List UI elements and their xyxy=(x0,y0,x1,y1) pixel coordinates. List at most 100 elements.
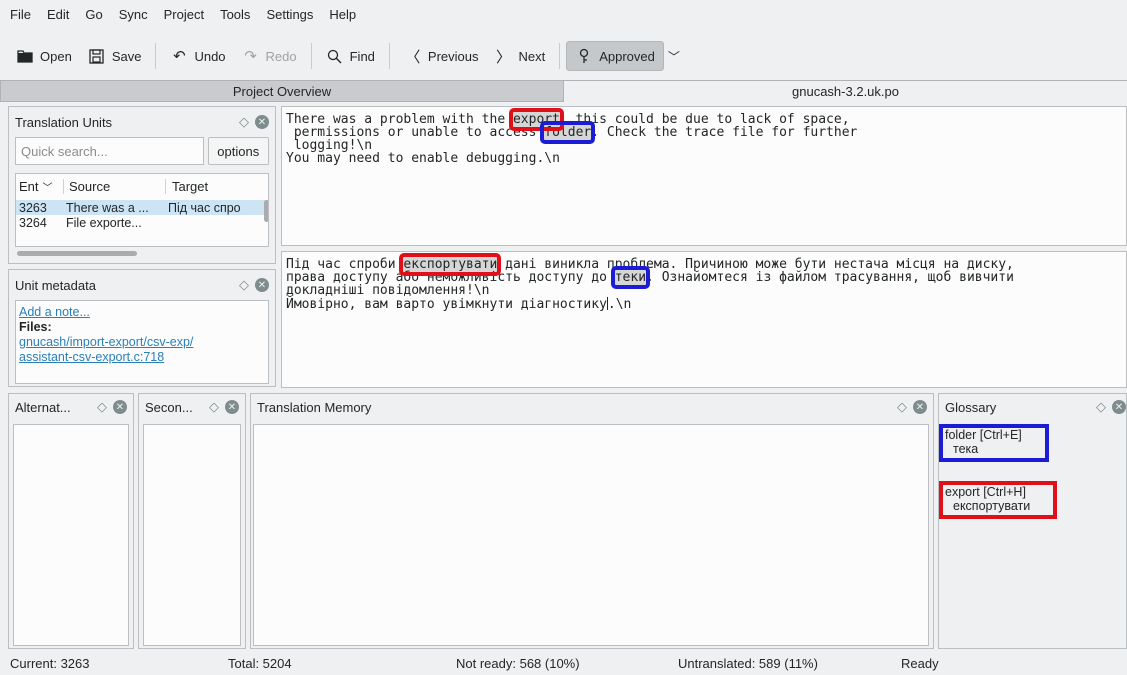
alternate-translations-panel: Alternat... ◇ ✕ xyxy=(8,393,134,649)
table-header: Ent ﹀ Source Target xyxy=(16,174,268,198)
toolbar-separator xyxy=(155,43,157,69)
redo-button[interactable]: ↷ Redo xyxy=(234,41,305,71)
status-current: Current: 3263 xyxy=(10,656,90,671)
menu-file[interactable]: File xyxy=(10,7,31,22)
target-text-editor[interactable]: Під час спроби експортувати дані виникла… xyxy=(281,251,1127,388)
file-path-link-line2[interactable]: assistant-csv-export.c:718 xyxy=(19,350,164,364)
save-button[interactable]: Save xyxy=(80,41,150,71)
approved-icon xyxy=(575,47,593,65)
translation-memory-panel: Translation Memory ◇ ✕ xyxy=(250,393,934,649)
find-button[interactable]: Find xyxy=(318,41,383,71)
toolbar-separator xyxy=(310,43,312,69)
tab-bar: Project Overview gnucash-3.2.uk.po xyxy=(0,80,1127,102)
secondary-content xyxy=(143,424,241,646)
file-path-link[interactable]: gnucash/import-export/csv-exp/ xyxy=(19,335,193,349)
quick-search-input[interactable]: Quick search... xyxy=(15,137,204,165)
status-state: Ready xyxy=(901,656,939,671)
float-icon[interactable]: ◇ xyxy=(239,114,249,130)
toolbar-separator xyxy=(388,43,390,69)
status-bar: Current: 3263 Total: 5204 Not ready: 568… xyxy=(0,652,1127,675)
redo-label: Redo xyxy=(265,48,297,64)
toolbar: Open Save ↶ Undo ↷ Redo Find 〈 Previous … xyxy=(0,34,1127,78)
menu-sync[interactable]: Sync xyxy=(119,7,148,22)
panel-title: Translation Memory xyxy=(257,399,372,415)
undo-label: Undo xyxy=(194,48,226,64)
translation-units-panel: Translation Units ◇ ✕ Quick search... op… xyxy=(8,106,276,264)
unit-metadata-panel: Unit metadata ◇ ✕ Add a note... Files: g… xyxy=(8,269,276,387)
undo-icon: ↶ xyxy=(173,48,186,65)
menu-tools[interactable]: Tools xyxy=(220,7,250,22)
column-header-source[interactable]: Source xyxy=(64,178,166,194)
glossary-match-teky[interactable]: теки xyxy=(610,266,651,289)
redo-icon: ↷ xyxy=(244,48,257,65)
table-row[interactable]: 3264 File exporte... xyxy=(16,215,268,230)
glossary-content: folder [Ctrl+E] тека export [Ctrl+H] екс… xyxy=(939,424,1126,646)
glossary-panel: Glossary ◇ ✕ folder [Ctrl+E] тека export… xyxy=(938,393,1127,649)
close-icon[interactable]: ✕ xyxy=(225,400,239,414)
secondary-mergings-panel: Secon... ◇ ✕ xyxy=(138,393,246,649)
horizontal-scrollbar[interactable] xyxy=(17,251,137,256)
open-label: Open xyxy=(40,48,72,64)
panel-title: Glossary xyxy=(945,399,997,415)
search-icon xyxy=(326,47,344,65)
float-icon[interactable]: ◇ xyxy=(209,399,219,415)
panel-title: Translation Units xyxy=(15,114,113,130)
undo-button[interactable]: ↶ Undo xyxy=(162,41,233,71)
close-icon[interactable]: ✕ xyxy=(255,115,269,129)
table-row[interactable]: 3263 There was a ... Під час спро xyxy=(16,200,268,215)
menu-go[interactable]: Go xyxy=(85,7,102,22)
panel-title: Unit metadata xyxy=(15,277,96,293)
panel-title: Secon... xyxy=(145,399,193,415)
status-not-ready: Not ready: 568 (10%) xyxy=(456,656,580,671)
alternate-content xyxy=(13,424,129,646)
column-header-target[interactable]: Target xyxy=(166,179,208,194)
tab-project-overview[interactable]: Project Overview xyxy=(0,80,564,102)
folder-open-icon xyxy=(16,47,34,65)
panel-title: Alternat... xyxy=(15,399,71,415)
chevron-right-icon: 〉 xyxy=(495,48,511,66)
approved-dropdown[interactable]: ﹀ xyxy=(664,41,684,71)
source-line: You may need to enable debugging.\n xyxy=(286,151,560,166)
approved-button[interactable]: Approved xyxy=(566,41,664,71)
glossary-entry-export[interactable]: export [Ctrl+H] експортувати xyxy=(939,481,1057,519)
tab-file[interactable]: gnucash-3.2.uk.po xyxy=(564,80,1127,102)
next-label: Next xyxy=(518,48,546,64)
open-button[interactable]: Open xyxy=(8,41,80,71)
menu-help[interactable]: Help xyxy=(329,7,356,22)
status-total: Total: 5204 xyxy=(228,656,292,671)
menu-bar: File Edit Go Sync Project Tools Settings… xyxy=(0,0,1127,28)
translation-memory-content xyxy=(253,424,929,646)
next-button[interactable]: 〉 Next xyxy=(486,41,553,71)
float-icon[interactable]: ◇ xyxy=(1096,399,1106,415)
target-line: докладніші повідомлення!\n xyxy=(286,283,490,298)
previous-button[interactable]: 〈 Previous xyxy=(396,41,487,71)
float-icon[interactable]: ◇ xyxy=(239,277,249,293)
chevron-left-icon: 〈 xyxy=(405,48,421,66)
close-icon[interactable]: ✕ xyxy=(113,400,127,414)
menu-edit[interactable]: Edit xyxy=(47,7,69,22)
glossary-entry-folder[interactable]: folder [Ctrl+E] тека xyxy=(939,424,1049,462)
close-icon[interactable]: ✕ xyxy=(255,278,269,292)
status-untranslated: Untranslated: 589 (11%) xyxy=(678,656,818,671)
float-icon[interactable]: ◇ xyxy=(897,399,907,415)
menu-settings[interactable]: Settings xyxy=(266,7,313,22)
menu-project[interactable]: Project xyxy=(164,7,204,22)
column-header-entry[interactable]: Ent ﹀ xyxy=(16,178,64,194)
add-note-link[interactable]: Add a note... xyxy=(19,305,90,319)
save-icon xyxy=(88,47,106,65)
approved-label: Approved xyxy=(599,48,655,64)
options-button[interactable]: options xyxy=(207,137,269,165)
source-line: permissions or unable to access folder. … xyxy=(286,121,858,144)
chevron-down-icon: ﹀ xyxy=(42,182,53,194)
units-table: Ent ﹀ Source Target 3263 There was a ... … xyxy=(15,173,269,247)
float-icon[interactable]: ◇ xyxy=(97,399,107,415)
glossary-match-folder[interactable]: folder xyxy=(540,121,596,144)
close-icon[interactable]: ✕ xyxy=(1112,400,1126,414)
files-label: Files: xyxy=(19,320,52,334)
close-icon[interactable]: ✕ xyxy=(913,400,927,414)
source-text-view[interactable]: There was a problem with the export, thi… xyxy=(281,106,1127,246)
find-label: Find xyxy=(349,48,375,64)
save-label: Save xyxy=(111,48,142,64)
vertical-scrollbar[interactable] xyxy=(264,200,268,222)
metadata-content: Add a note... Files: gnucash/import-expo… xyxy=(15,300,269,384)
